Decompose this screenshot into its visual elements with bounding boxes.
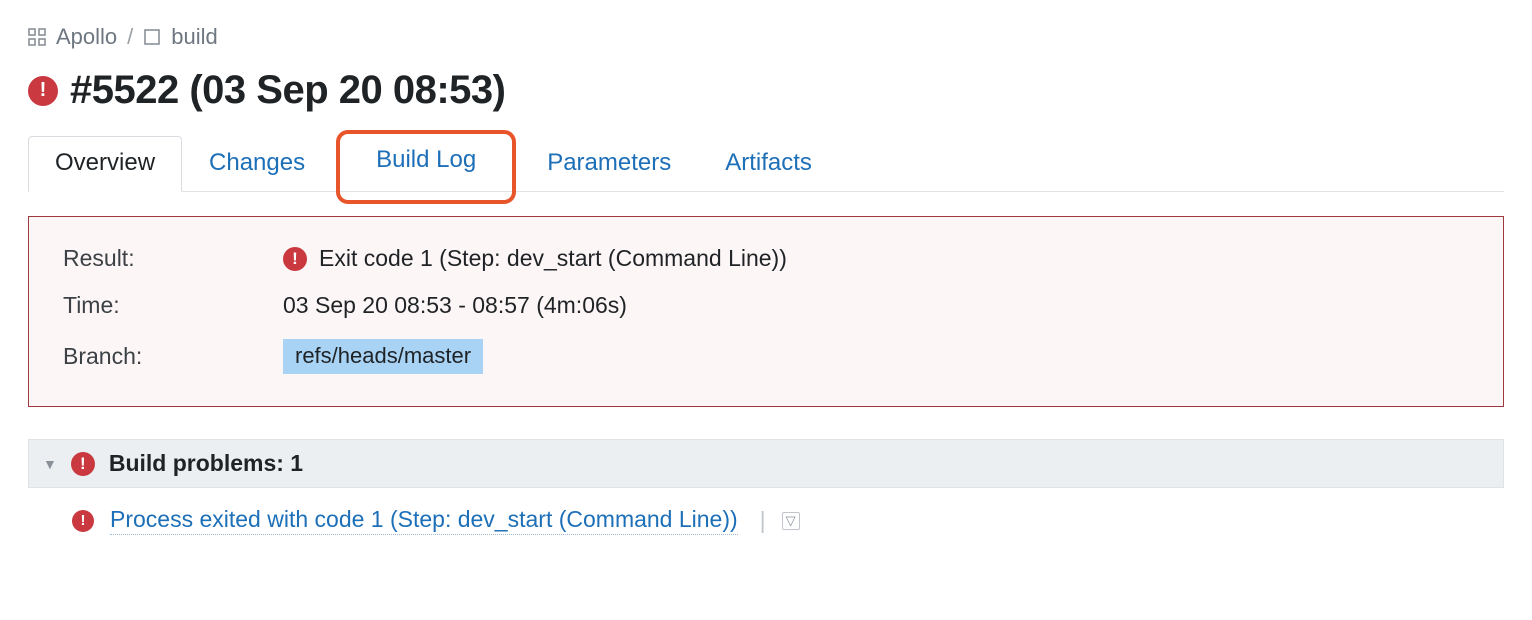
branch-label: Branch:	[63, 343, 283, 370]
build-problems-section: ▼ ! Build problems: 1 ! Process exited w…	[28, 439, 1504, 543]
breadcrumb: Apollo / build	[28, 24, 1504, 50]
error-status-icon: !	[72, 510, 94, 532]
tab-overview[interactable]: Overview	[28, 136, 182, 192]
summary-row-branch: Branch: refs/heads/master	[63, 329, 1469, 384]
result-label: Result:	[63, 245, 283, 272]
time-label: Time:	[63, 292, 283, 319]
tab-parameters[interactable]: Parameters	[520, 136, 698, 192]
disclosure-triangle-icon: ▼	[43, 456, 57, 472]
branch-tag[interactable]: refs/heads/master	[283, 339, 483, 374]
error-status-icon: !	[28, 76, 58, 106]
result-value: Exit code 1 (Step: dev_start (Command Li…	[319, 245, 787, 272]
separator-bar: |	[760, 507, 766, 534]
problem-link[interactable]: Process exited with code 1 (Step: dev_st…	[110, 506, 738, 535]
tab-build-log[interactable]: Build Log	[336, 130, 516, 204]
breadcrumb-separator: /	[127, 24, 133, 50]
time-value: 03 Sep 20 08:53 - 08:57 (4m:06s)	[283, 292, 627, 319]
tab-artifacts[interactable]: Artifacts	[698, 136, 839, 192]
page-title: #5522 (03 Sep 20 08:53)	[70, 68, 505, 113]
build-summary-panel: Result: ! Exit code 1 (Step: dev_start (…	[28, 216, 1504, 407]
tab-changes[interactable]: Changes	[182, 136, 332, 192]
build-problems-header[interactable]: ▼ ! Build problems: 1	[28, 439, 1504, 488]
summary-row-result: Result: ! Exit code 1 (Step: dev_start (…	[63, 235, 1469, 282]
problem-actions-dropdown[interactable]: ▽	[782, 512, 800, 530]
error-status-icon: !	[71, 452, 95, 476]
project-grid-icon	[28, 28, 46, 46]
error-status-icon: !	[283, 247, 307, 271]
page-title-row: ! #5522 (03 Sep 20 08:53)	[28, 68, 1504, 113]
summary-row-time: Time: 03 Sep 20 08:53 - 08:57 (4m:06s)	[63, 282, 1469, 329]
build-problems-title: Build problems: 1	[109, 450, 303, 477]
problem-item: ! Process exited with code 1 (Step: dev_…	[28, 488, 1504, 543]
tab-bar: Overview Changes Build Log Parameters Ar…	[28, 135, 1504, 192]
breadcrumb-buildconfig-link[interactable]: build	[171, 24, 217, 50]
breadcrumb-project-link[interactable]: Apollo	[56, 24, 117, 50]
buildconfig-square-icon	[143, 28, 161, 46]
